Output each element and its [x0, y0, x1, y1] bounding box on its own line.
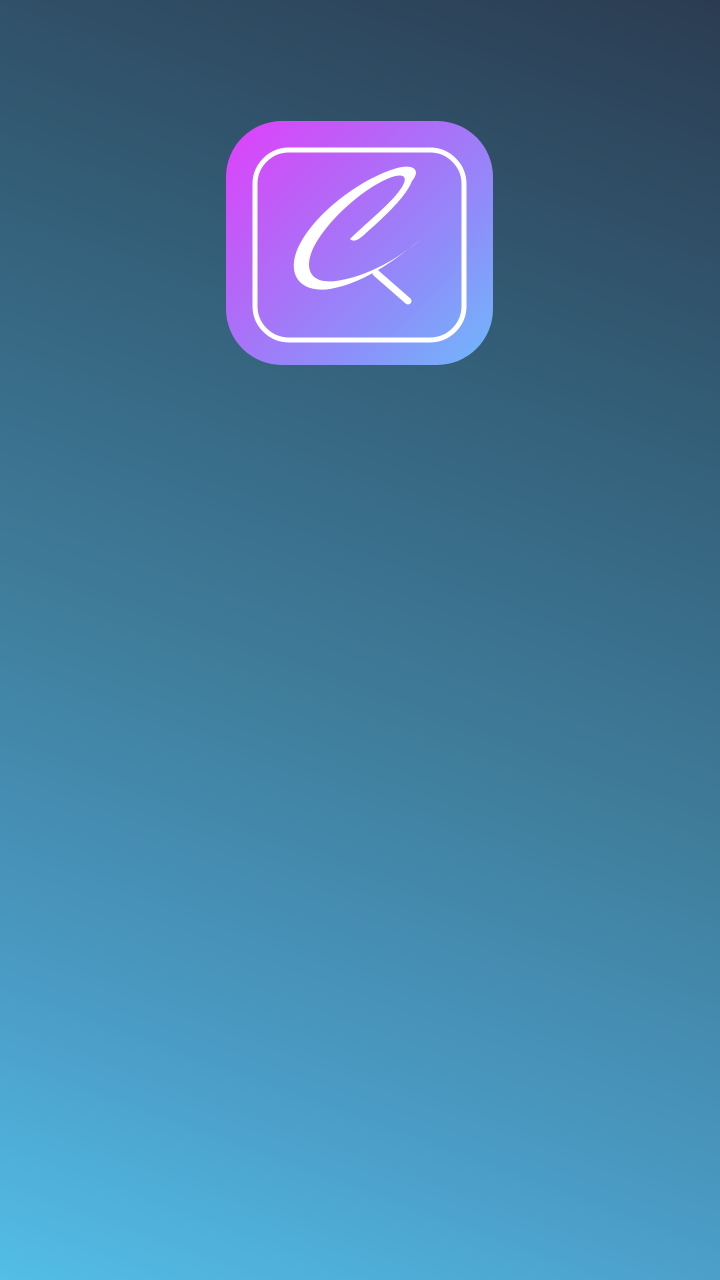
splash-screen — [0, 0, 720, 1280]
calligraphic-c-magnifier-icon — [252, 147, 467, 343]
app-logo — [226, 121, 493, 365]
